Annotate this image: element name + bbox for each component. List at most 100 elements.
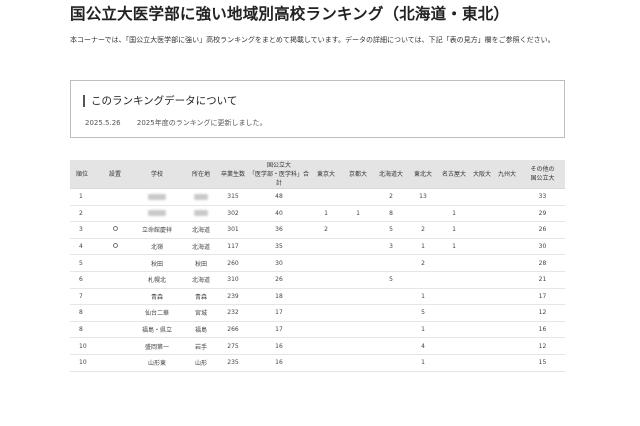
table-header-row: 順位 設置 学校 所在地 卒業生数 国公立大 「医学部・医学科」合計 東京大 京… [70,160,565,189]
cell-osaka [470,188,494,206]
cell-location [184,188,218,206]
cell-kyushu [494,337,520,355]
cell-tohoku: 13 [408,188,438,206]
update-date: 2025.5.26 [85,119,121,127]
cell-kyoto [342,188,374,206]
cell-type [100,304,130,322]
cell-osaka [470,321,494,339]
cell-school: 青森 [130,288,184,306]
cell-other: 12 [520,337,565,355]
cell-tohoku: 2 [408,221,438,239]
cell-kyoto [342,304,374,322]
cell-kyoto: 1 [342,205,374,223]
cell-type [100,321,130,339]
cell-hokkaido [374,337,408,355]
cell-rank: 5 [70,254,100,272]
cell-hokkaido [374,354,408,372]
cell-other: 33 [520,188,565,206]
cell-rank: 8 [70,321,100,339]
redacted-school [148,210,166,217]
cell-tokyo [310,238,342,256]
cell-hokkaido: 2 [374,188,408,206]
cell-graduates: 117 [218,238,248,256]
cell-hokkaido [374,288,408,306]
update-text: 2025年度のランキングに更新しました。 [136,119,267,127]
cell-kyoto [342,337,374,355]
cell-school: 北嶺 [130,238,184,256]
header-other: その他の 国公立大 [520,160,565,189]
cell-nagoya [438,337,470,355]
cell-tokyo [310,321,342,339]
cell-rank: 10 [70,337,100,355]
cell-type [100,354,130,372]
header-tokyo: 東京大 [310,160,342,189]
cell-hokkaido [374,321,408,339]
cell-type [100,337,130,355]
cell-nagoya: 1 [438,238,470,256]
cell-tokyo [310,337,342,355]
cell-tohoku: 1 [408,354,438,372]
cell-other: 28 [520,254,565,272]
cell-kyushu [494,221,520,239]
cell-kyushu [494,238,520,256]
cell-graduates: 266 [218,321,248,339]
cell-location [184,205,218,223]
private-school-circle-icon [112,243,118,249]
cell-other: 29 [520,205,565,223]
cell-tohoku: 5 [408,304,438,322]
cell-osaka [470,205,494,223]
table-row: 10 山形東 山形 235 16 1 15 [70,354,565,372]
cell-kyushu [494,254,520,272]
cell-location: 福島 [184,321,218,339]
cell-kyoto [342,254,374,272]
cell-tohoku [408,205,438,223]
table-row: 2 302 40 1 1 8 1 29 [70,205,565,223]
cell-total: 48 [248,188,310,206]
ranking-table: 順位 設置 学校 所在地 卒業生数 国公立大 「医学部・医学科」合計 東京大 京… [70,160,565,372]
cell-nagoya [438,254,470,272]
cell-nagoya [438,188,470,206]
cell-location: 北海道 [184,271,218,289]
cell-location: 北海道 [184,221,218,239]
cell-kyoto [342,271,374,289]
cell-rank: 7 [70,288,100,306]
cell-tokyo [310,254,342,272]
header-tohoku: 東北大 [408,160,438,189]
cell-rank: 8 [70,304,100,322]
cell-rank: 4 [70,238,100,256]
cell-location: 秋田 [184,254,218,272]
header-osaka: 大阪大 [470,160,494,189]
cell-school: 秋田 [130,254,184,272]
cell-kyushu [494,271,520,289]
cell-kyushu [494,321,520,339]
header-kyushu: 九州大 [494,160,520,189]
redacted-school [148,193,166,200]
cell-kyushu [494,288,520,306]
cell-tokyo [310,188,342,206]
cell-total: 40 [248,205,310,223]
cell-type [100,254,130,272]
cell-kyoto [342,354,374,372]
table-row: 8 仙台二華 宮城 232 17 5 12 [70,304,565,322]
cell-kyoto [342,288,374,306]
cell-other: 30 [520,238,565,256]
cell-osaka [470,238,494,256]
cell-osaka [470,337,494,355]
header-graduates: 卒業生数 [218,160,248,189]
table-body: 1 315 48 2 13 33 2 302 40 1 1 8 1 29 3 立命館慶祥 北海道 301 36 2 5 2… [70,188,565,372]
cell-hokkaido [374,254,408,272]
page: 国公立大医学部に強い地域別高校ランキング（北海道・東北） 本コーナーでは、「国公… [0,0,640,426]
redacted-location [194,193,208,200]
data-info-box: このランキングデータについて 2025.5.26 2025年度のランキングに更新… [70,80,565,138]
cell-location: 山形 [184,354,218,372]
cell-type [100,271,130,289]
redacted-location [194,210,208,217]
cell-total: 35 [248,238,310,256]
header-rank: 順位 [70,160,100,189]
cell-total: 18 [248,288,310,306]
header-nagoya: 名古屋大 [438,160,470,189]
table-row: 10 盛岡第一 岩手 275 16 4 12 [70,337,565,355]
cell-tokyo [310,304,342,322]
cell-graduates: 239 [218,288,248,306]
header-other-line1: その他の [530,166,555,173]
